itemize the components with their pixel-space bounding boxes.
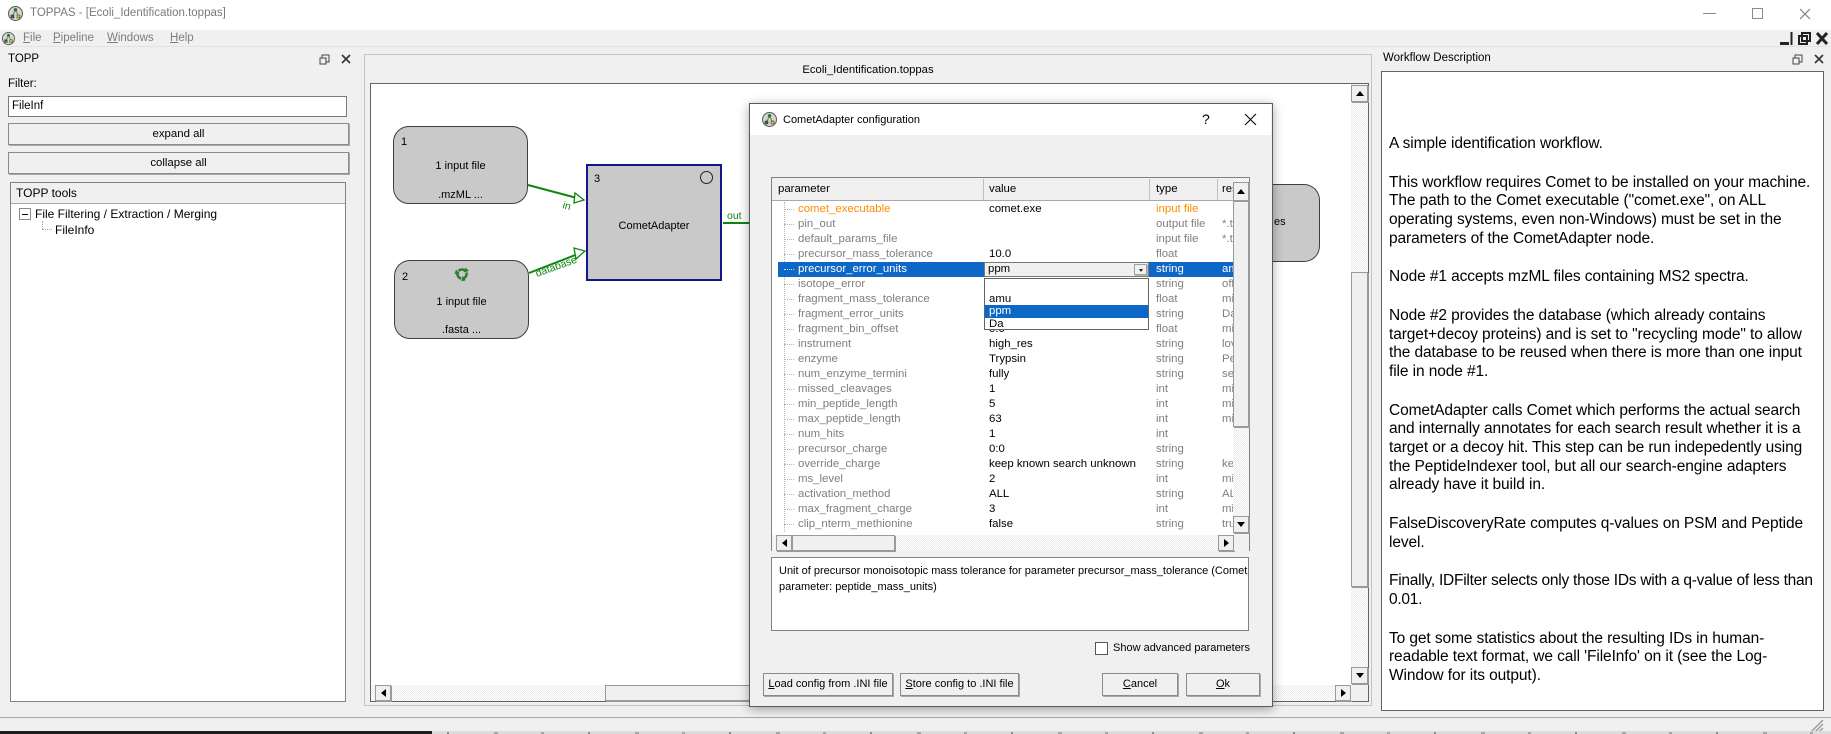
- svg-text:database: database: [534, 254, 579, 280]
- svg-text:in: in: [561, 199, 572, 213]
- svg-text:out: out: [727, 210, 742, 222]
